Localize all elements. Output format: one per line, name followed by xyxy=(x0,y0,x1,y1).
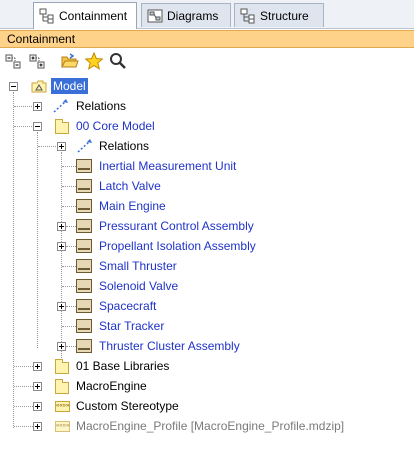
model-package-icon xyxy=(31,78,47,94)
tab-diagrams[interactable]: Diagrams xyxy=(141,3,231,27)
tree-node-block[interactable]: Thruster Cluster Assembly xyxy=(0,336,414,356)
tab-strip: Containment Diagrams Structure xyxy=(0,0,414,29)
block-icon xyxy=(76,319,92,333)
tree-label: Latch Valve xyxy=(99,179,161,193)
tab-label: Containment xyxy=(59,9,128,23)
block-icon xyxy=(76,179,92,193)
block-icon xyxy=(76,259,92,273)
diagrams-tab-icon xyxy=(147,8,163,24)
tree-label: Small Thruster xyxy=(99,259,177,273)
tree-node-block[interactable]: Star Tracker xyxy=(0,316,414,336)
expand-toggle-icon[interactable] xyxy=(33,362,42,371)
toolbar xyxy=(0,49,414,73)
tree-label: Inertial Measurement Unit xyxy=(99,159,237,173)
tree-label: 00 Core Model xyxy=(76,119,155,133)
profile-package-icon: ««»» xyxy=(55,421,70,432)
expand-toggle-icon[interactable] xyxy=(57,142,66,151)
tree-node-macroengine-profile[interactable]: ««»» MacroEngine_Profile [MacroEngine_Pr… xyxy=(0,416,414,436)
block-icon xyxy=(76,219,92,233)
tree-label: Spacecraft xyxy=(99,299,157,313)
tree-label: Propellant Isolation Assembly xyxy=(99,239,256,253)
tab-containment[interactable]: Containment xyxy=(33,2,137,29)
package-icon xyxy=(55,359,69,374)
star-icon[interactable] xyxy=(84,51,104,71)
expand-toggle-icon[interactable] xyxy=(57,242,66,251)
tree-node-custom-stereotype[interactable]: ««»» Custom Stereotype xyxy=(0,396,414,416)
tree-node-block[interactable]: Spacecraft xyxy=(0,296,414,316)
tree-node-block[interactable]: Small Thruster xyxy=(0,256,414,276)
package-icon xyxy=(55,119,69,134)
expand-toggle-icon[interactable] xyxy=(33,402,42,411)
structure-tab-icon xyxy=(240,8,256,24)
relations-icon xyxy=(52,98,68,114)
expand-toggle-icon[interactable] xyxy=(33,102,42,111)
tree-node-macroengine[interactable]: MacroEngine xyxy=(0,376,414,396)
relations-icon xyxy=(76,138,92,154)
tree-label: Star Tracker xyxy=(99,319,165,333)
tree-label: Relations xyxy=(99,139,150,153)
tab-label: Diagrams xyxy=(167,8,219,23)
containment-tab-icon xyxy=(39,8,55,24)
tree-node-block[interactable]: Latch Valve xyxy=(0,176,414,196)
tree-label: Main Engine xyxy=(99,199,166,213)
expand-toggle-icon[interactable] xyxy=(57,222,66,231)
block-icon xyxy=(76,299,92,313)
tree-node-core-relations[interactable]: Relations xyxy=(0,136,414,156)
panel-title: Containment xyxy=(0,30,414,48)
tree-node-block[interactable]: Main Engine xyxy=(0,196,414,216)
tree-label: 01 Base Libraries xyxy=(76,359,170,373)
tree-label: Custom Stereotype xyxy=(76,399,179,413)
block-icon xyxy=(76,239,92,253)
expand-all-icon[interactable] xyxy=(28,51,48,71)
expand-toggle-icon[interactable] xyxy=(57,302,66,311)
open-folder-icon[interactable] xyxy=(60,51,80,71)
expand-toggle-icon[interactable] xyxy=(33,422,42,431)
search-icon[interactable] xyxy=(108,51,128,71)
tree-node-model[interactable]: Model xyxy=(0,76,414,96)
tree-label: Relations xyxy=(76,99,127,113)
tree-node-block[interactable]: Solenoid Valve xyxy=(0,276,414,296)
package-icon xyxy=(55,379,69,394)
block-icon xyxy=(76,159,92,173)
tree-label: Model xyxy=(51,78,88,94)
block-icon xyxy=(76,339,92,353)
tab-structure[interactable]: Structure xyxy=(234,3,324,27)
stereotype-package-icon: ««»» xyxy=(55,401,70,412)
tree-label: MacroEngine_Profile [MacroEngine_Profile… xyxy=(76,419,345,433)
block-icon xyxy=(76,199,92,213)
tree-label: Solenoid Valve xyxy=(99,279,179,293)
tab-label: Structure xyxy=(260,8,309,23)
tree-node-base-libraries[interactable]: 01 Base Libraries xyxy=(0,356,414,376)
collapse-toggle-icon[interactable] xyxy=(33,122,42,131)
tree-label: MacroEngine xyxy=(76,379,147,393)
tree-node-block[interactable]: Pressurant Control Assembly xyxy=(0,216,414,236)
tree-node-block[interactable]: Propellant Isolation Assembly xyxy=(0,236,414,256)
tree-node-block[interactable]: Inertial Measurement Unit xyxy=(0,156,414,176)
tree-label: Thruster Cluster Assembly xyxy=(99,339,240,353)
collapse-all-icon[interactable] xyxy=(4,51,24,71)
tree-node-relations[interactable]: Relations xyxy=(0,96,414,116)
collapse-toggle-icon[interactable] xyxy=(9,82,18,91)
expand-toggle-icon[interactable] xyxy=(33,382,42,391)
block-icon xyxy=(76,279,92,293)
tree-node-core-model[interactable]: 00 Core Model xyxy=(0,116,414,136)
tree-label: Pressurant Control Assembly xyxy=(99,219,254,233)
expand-toggle-icon[interactable] xyxy=(57,342,66,351)
